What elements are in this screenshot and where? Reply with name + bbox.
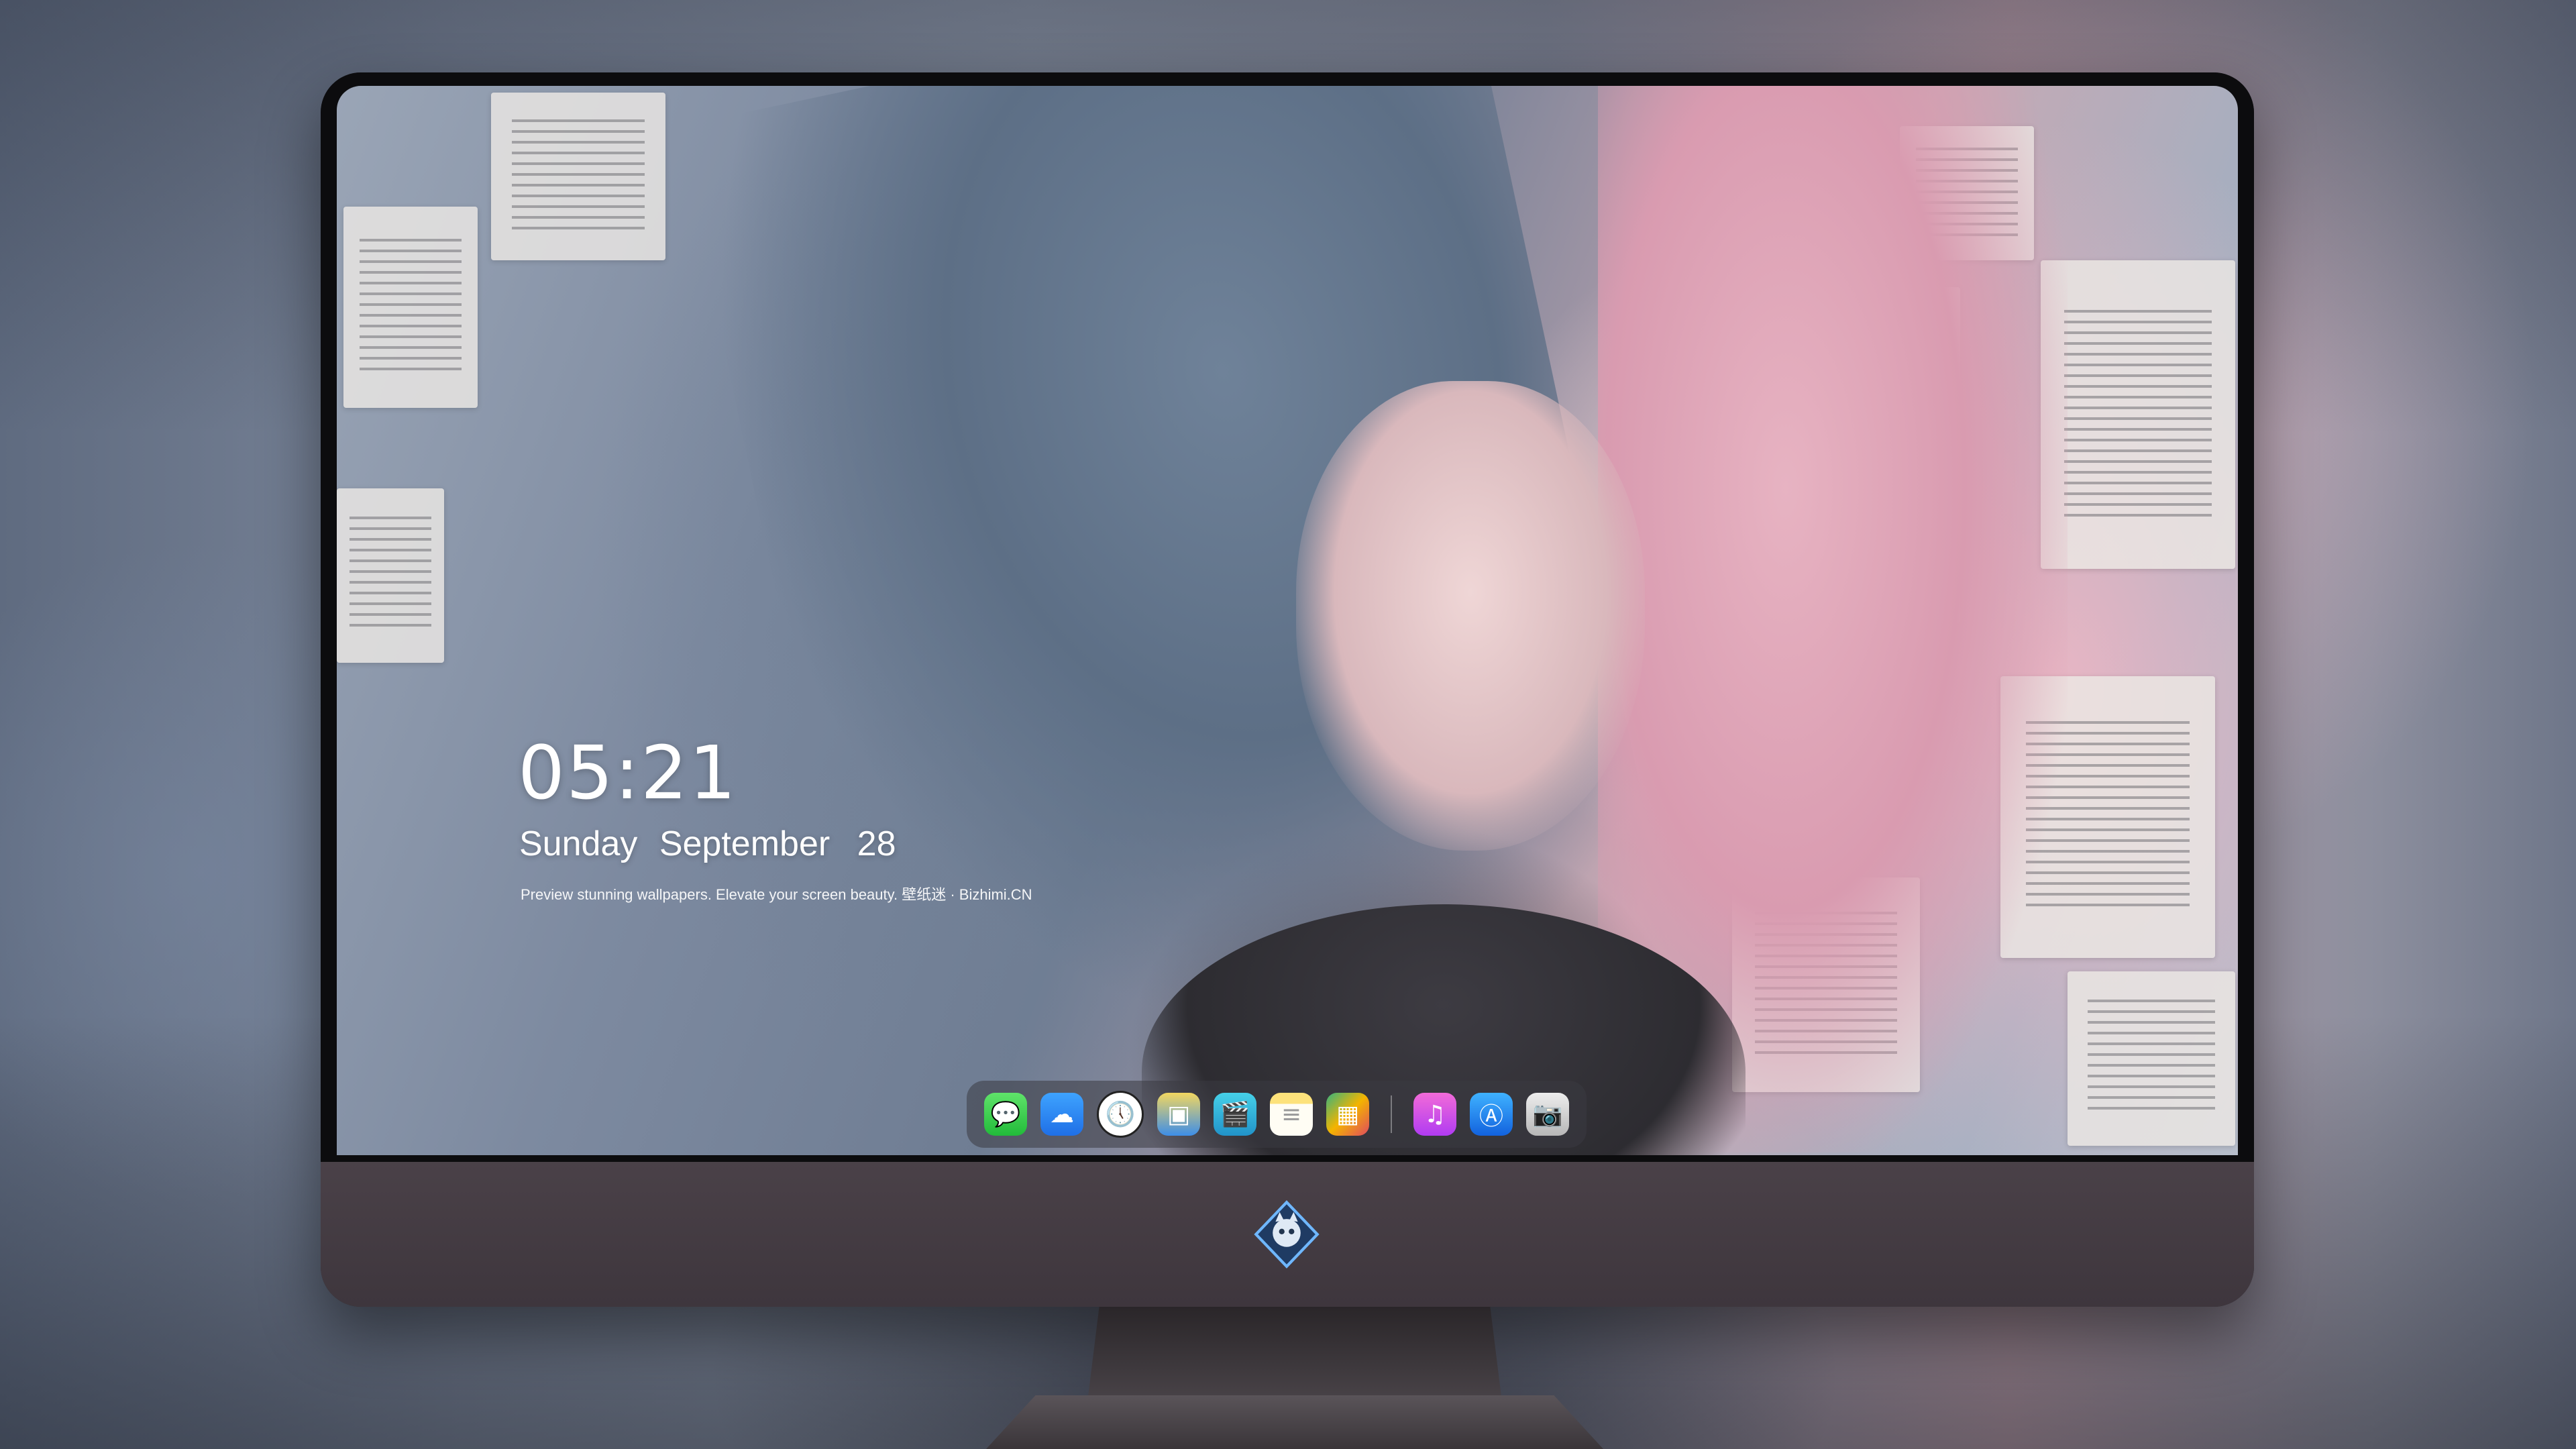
preview-icon[interactable]: ▣ (1157, 1093, 1200, 1136)
wallpaper-paper (491, 93, 665, 260)
notes-icon[interactable]: ≡ (1270, 1093, 1313, 1136)
dock: 💬 ☁ 🕔 ▣ 🎬 ≡ ▦ ♫ Ⓐ 📷 (967, 1081, 1587, 1148)
dock-separator (1391, 1095, 1392, 1133)
wallpaper-face (1296, 381, 1645, 851)
grid-app-icon[interactable]: ▦ (1326, 1093, 1369, 1136)
wallpaper-paper (2041, 260, 2235, 569)
weather-icon[interactable]: ☁ (1040, 1093, 1083, 1136)
monitor-stand-neck (1087, 1307, 1503, 1407)
date-month: September (659, 824, 830, 863)
wallpaper-paper (2068, 971, 2235, 1146)
clock-time: 05:21 (518, 730, 738, 816)
app-store-icon[interactable]: Ⓐ (1470, 1093, 1513, 1136)
date-weekday: Sunday (519, 824, 638, 863)
wallpaper-tagline: Preview stunning wallpapers. Elevate you… (521, 886, 1032, 903)
wallpaper-paper (337, 488, 444, 663)
desktop-screen: 05:21 Sunday September 28 Preview stunni… (337, 86, 2238, 1155)
brand-logo-icon (1254, 1200, 1320, 1269)
music-icon[interactable]: ♫ (1413, 1093, 1456, 1136)
clapperboard-icon[interactable]: 🎬 (1214, 1093, 1256, 1136)
monitor-stand-base (986, 1395, 1603, 1449)
date-day: 28 (857, 824, 896, 863)
camera-icon[interactable]: 📷 (1526, 1093, 1569, 1136)
clock-date: Sunday September 28 (519, 824, 896, 864)
wallpaper-paper (343, 207, 478, 408)
messages-icon[interactable]: 💬 (984, 1093, 1027, 1136)
clock-icon[interactable]: 🕔 (1097, 1091, 1144, 1138)
